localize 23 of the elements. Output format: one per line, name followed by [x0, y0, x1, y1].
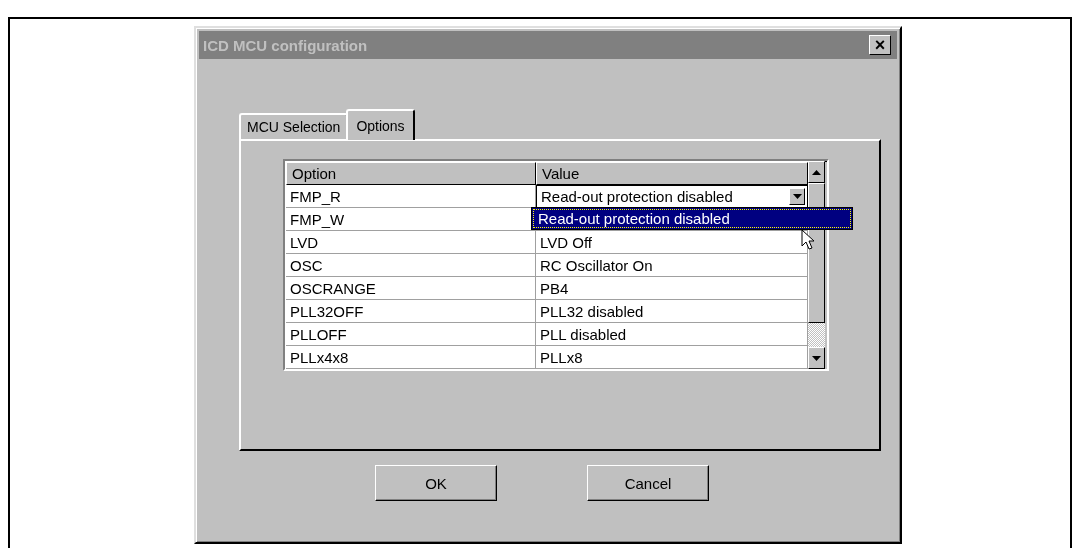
table-cell: OSCRANGE	[286, 277, 536, 300]
table-cell: PLL32 disabled	[536, 300, 808, 323]
dropdown-item[interactable]: Read-out protection disabled	[532, 208, 852, 229]
table-cell: OSC	[286, 254, 536, 277]
tab[interactable]: Options	[346, 109, 415, 140]
tab[interactable]: MCU Selection	[239, 113, 349, 139]
table-cell: PLL disabled	[536, 323, 808, 346]
table-cell: LVD	[286, 231, 536, 254]
column-header[interactable]: Value	[536, 162, 808, 185]
window-title: ICD MCU configuration	[203, 36, 368, 54]
dialog-button[interactable]: OK	[375, 465, 497, 501]
dialog-button[interactable]: Cancel	[587, 465, 709, 501]
column-header[interactable]: Option	[286, 162, 536, 185]
close-button[interactable]: ×	[869, 35, 891, 55]
table-cell: RC Oscillator On	[536, 254, 808, 277]
table-cell: PLLx8	[536, 346, 808, 369]
table-cell: PLL32OFF	[286, 300, 536, 323]
value-combo-box[interactable]: Read-out protection disabled	[536, 185, 808, 208]
table-cell: PLLx4x8	[286, 346, 536, 369]
table-cell: PB4	[536, 277, 808, 300]
scroll-up-icon[interactable]	[808, 161, 825, 183]
table-cell: PLLOFF	[286, 323, 536, 346]
scroll-down-icon[interactable]	[808, 347, 825, 369]
